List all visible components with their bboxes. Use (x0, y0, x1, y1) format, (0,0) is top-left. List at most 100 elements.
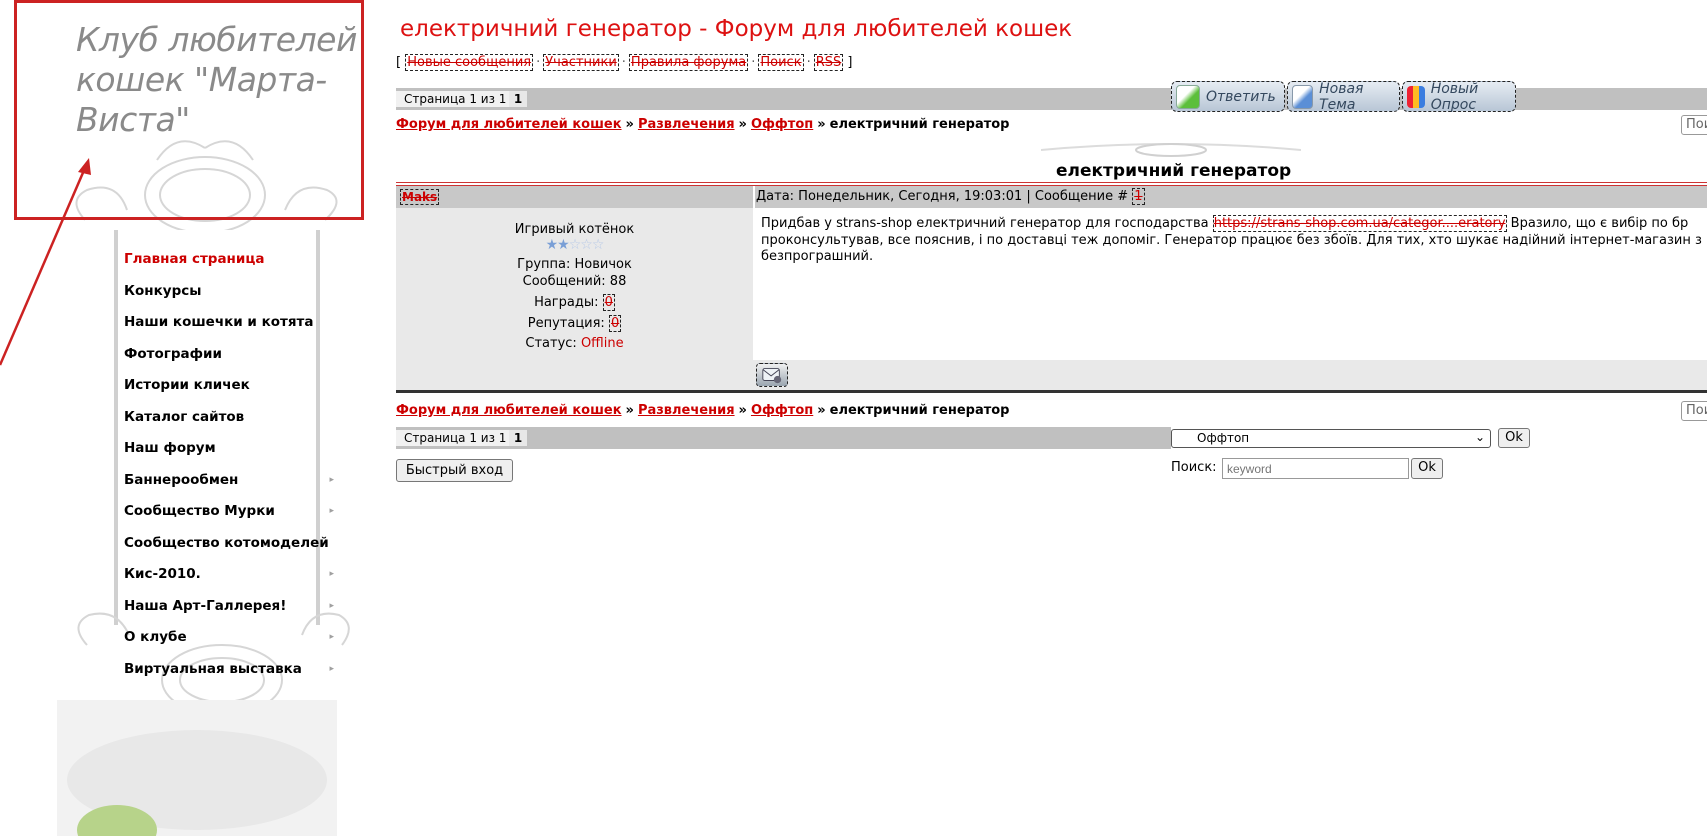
nav-forum-rules[interactable]: Правила форума (628, 54, 749, 71)
user-awards: Награды: 0 (396, 294, 753, 311)
sidebar-item-photos[interactable]: Фотографии (124, 339, 344, 371)
user-status: Статус: Offline (396, 336, 753, 351)
reply-icon (1176, 84, 1200, 109)
post-text-part: безпрограшний. (761, 249, 874, 264)
search-input-partial[interactable]: Пои (1681, 401, 1707, 421)
breadcrumb-entertainment[interactable]: Развлечения (638, 403, 735, 418)
sidebar-item-murka-community[interactable]: Сообщество Мурки ▸ (124, 496, 344, 528)
user-rank: Игривый котёнок (514, 222, 635, 237)
sidebar-menu: Главная страница Конкурсы Наши кошечки и… (124, 244, 344, 685)
star-empty-icon: ☆ (580, 237, 593, 253)
star-empty-icon: ☆ (591, 237, 605, 253)
breadcrumb-separator: » (738, 117, 747, 132)
pager-bar-bottom: Страница 1 из 1 1 (396, 427, 1171, 449)
nav-separator: · (536, 55, 541, 70)
topic-title: електричний генератор (1056, 161, 1292, 181)
breadcrumb-forum[interactable]: Форум для любителей кошек (396, 403, 622, 418)
user-group: Группа: Новичок (517, 257, 632, 272)
sidebar-item-site-catalog[interactable]: Каталог сайтов (124, 402, 344, 434)
breadcrumb-current: електричний генератор (829, 403, 1010, 418)
nav-separator: · (806, 55, 811, 70)
awards-count[interactable]: 0 (602, 294, 615, 311)
sidebar-item-home[interactable]: Главная страница (124, 244, 344, 276)
breadcrumb-entertainment[interactable]: Развлечения (638, 117, 735, 132)
pager-current-page[interactable]: 1 (509, 91, 527, 107)
post-link[interactable]: https://strans-shop.com.ua/categor....er… (1212, 215, 1507, 232)
new-poll-icon (1407, 85, 1425, 108)
breadcrumb-offtopic[interactable]: Оффтоп (751, 403, 813, 418)
submenu-arrow-icon: ▸ (329, 663, 334, 674)
sidebar-item-kis-2010[interactable]: Кис-2010. ▸ (124, 559, 344, 591)
post-author[interactable]: Maks (400, 189, 440, 205)
sidebar-item-catmodels-community[interactable]: Сообщество котомоделей (124, 528, 344, 560)
new-topic-button-label: Новая Тема (1319, 80, 1364, 113)
forum-jump-select[interactable]: Оффтоп ⌄ (1171, 429, 1491, 448)
nav-separator: · (751, 55, 756, 70)
message-icon (762, 368, 782, 384)
sidebar-item-banner-exchange[interactable]: Баннерообмен ▸ (124, 465, 344, 497)
awards-label: Награды: (534, 295, 599, 310)
sidebar-item-about-club[interactable]: О клубе ▸ (124, 622, 344, 654)
title-ornament (1041, 143, 1301, 157)
nav-new-messages[interactable]: Новые сообщения (405, 54, 534, 71)
sidebar-item-contests[interactable]: Конкурсы (124, 276, 344, 308)
search-input[interactable] (1222, 458, 1409, 479)
sidebar-item-our-cats[interactable]: Наши кошечки и котята (124, 307, 344, 339)
pager-current-page[interactable]: 1 (509, 430, 527, 446)
new-poll-button-label: Новый Опрос (1430, 80, 1479, 113)
star-icon: ★ (557, 237, 570, 253)
breadcrumb-offtopic[interactable]: Оффтоп (751, 117, 813, 132)
sidebar-item-name-stories[interactable]: Истории кличек (124, 370, 344, 402)
club-title: Клуб любителей кошек "Марта-Виста" (76, 20, 357, 139)
new-topic-icon (1292, 84, 1314, 109)
new-topic-button[interactable]: Новая Тема (1287, 80, 1400, 113)
user-messages: Сообщений: 88 (522, 274, 627, 289)
post-date-text: Дата: Понедельник, Сегодня, 19:03:01 | С… (756, 189, 1129, 204)
post-text-part: Придбав у strans-shop електричний генера… (761, 216, 1213, 231)
pager-label: Страница 1 из 1 (396, 430, 516, 446)
search-input-partial[interactable]: Пои (1681, 115, 1707, 135)
rank-stars: ★★☆☆☆ (396, 237, 753, 253)
submenu-arrow-icon: ▸ (329, 600, 334, 611)
quick-login-button[interactable]: Быстрый вход (396, 459, 513, 482)
status-label: Статус: (525, 336, 577, 351)
reply-button[interactable]: Ответить (1171, 81, 1285, 112)
sidebar-item-forum[interactable]: Наш форум (124, 433, 344, 465)
top-nav: [ Новые сообщения · Участники · Правила фору… (396, 54, 853, 71)
sidebar-item-art-gallery[interactable]: Наша Арт-Галлерея! ▸ (124, 591, 344, 623)
post-text-part: проконсультував, все пояснив, і по доста… (761, 232, 1702, 248)
status-value: Offline (580, 336, 624, 351)
post-date: Дата: Понедельник, Сегодня, 19:03:01 | С… (756, 188, 1145, 205)
nav-rss[interactable]: RSS (813, 54, 844, 71)
breadcrumb-bottom: Форум для любителей кошек» Развлечения» Оф… (396, 403, 1010, 418)
page-title: електричний генератор - Форум для любите… (400, 16, 1073, 42)
star-empty-icon: ☆ (568, 237, 582, 253)
sidebar-item-virtual-exhibition[interactable]: Виртуальная выставка ▸ (124, 654, 344, 686)
post-bottom-divider (396, 390, 1707, 393)
post-number-link[interactable]: 1 (1132, 188, 1145, 205)
nav-search[interactable]: Поиск (758, 54, 804, 71)
post-text-part: Вразило, що є вибір по бр (1506, 216, 1689, 231)
nav-members[interactable]: Участники (543, 54, 619, 71)
reputation-count[interactable]: 0 (608, 315, 622, 332)
nav-bracket-open: [ (396, 55, 402, 70)
post-text: Придбав у strans-shop електричний генера… (761, 215, 1707, 266)
submenu-arrow-icon: ▸ (329, 474, 334, 485)
nav-bracket-close: ] (847, 55, 853, 70)
breadcrumb-separator: » (738, 403, 747, 418)
submenu-arrow-icon: ▸ (329, 632, 334, 642)
post-body: Придбав у strans-shop електричний генера… (755, 208, 1707, 360)
forum-jump-ok-button[interactable]: Ok (1498, 428, 1530, 448)
post-footer (396, 360, 1707, 390)
search-ok-button[interactable]: Ok (1411, 458, 1443, 479)
search-label: Поиск: (1171, 460, 1217, 475)
breadcrumb-forum[interactable]: Форум для любителей кошек (396, 117, 622, 132)
new-poll-button[interactable]: Новый Опрос (1402, 80, 1516, 113)
forum-jump-selected: Оффтоп (1197, 431, 1250, 445)
private-message-button[interactable] (756, 363, 788, 387)
breadcrumb: Форум для любителей кошек» Развлечения» Оф… (396, 117, 1010, 132)
breadcrumb-separator: » (625, 117, 634, 132)
nav-separator: · (621, 55, 626, 70)
breadcrumb-separator: » (817, 117, 826, 132)
annotation-arrow (0, 158, 91, 366)
